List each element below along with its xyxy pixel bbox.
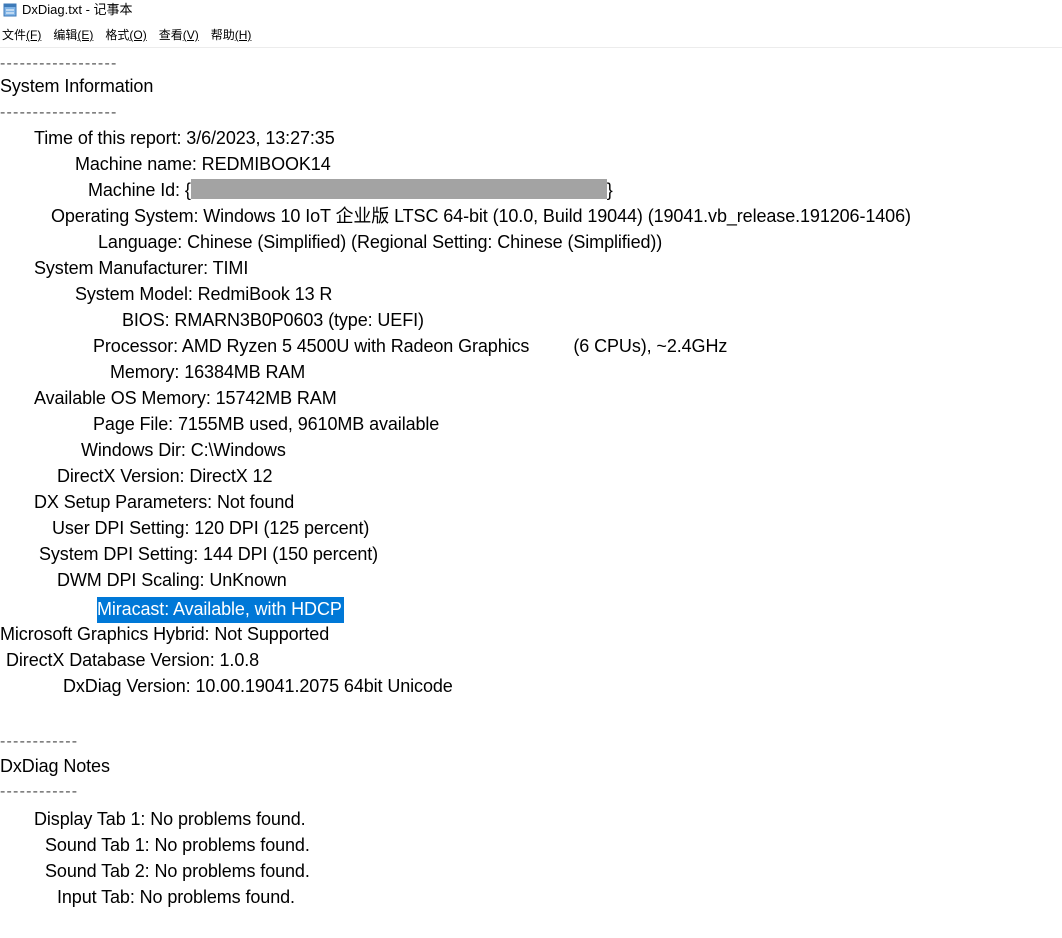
line-operating-system: Operating System: Windows 10 IoT 企业版 LTS…: [51, 206, 911, 226]
line-memory: Memory: 16384MB RAM: [110, 362, 306, 382]
line-graphics-hybrid: Microsoft Graphics Hybrid: Not Supported: [0, 624, 330, 644]
menu-bar: 文件(F) 编辑(E) 格式(O) 查看(V) 帮助(H): [0, 25, 1062, 45]
menu-edit[interactable]: 编辑(E): [50, 25, 96, 45]
line-sound-tab-2: Sound Tab 2: No problems found.: [45, 861, 310, 881]
line-machine-name: Machine name: REDMIBOOK14: [75, 154, 331, 174]
line-time: Time of this report: 3/6/2023, 13:27:35: [34, 128, 335, 148]
menu-view[interactable]: 查看(V): [156, 25, 202, 45]
system-info-dash-bottom: ------------------: [0, 104, 118, 121]
line-system-model: System Model: RedmiBook 13 R: [75, 284, 333, 304]
line-windows-dir: Windows Dir: C:\Windows: [81, 440, 286, 460]
title-bar: DxDiag.txt - 记事本: [0, 0, 1062, 22]
line-dx-setup: DX Setup Parameters: Not found: [34, 492, 295, 512]
machine-id-label: Machine Id: {: [88, 180, 191, 200]
line-display-tab: Display Tab 1: No problems found.: [34, 809, 306, 829]
machine-id-redaction: [190, 179, 607, 199]
line-dxdiag-version: DxDiag Version: 10.00.19041.2075 64bit U…: [63, 676, 453, 696]
menu-format[interactable]: 格式(O): [102, 25, 149, 45]
line-database-version: DirectX Database Version: 1.0.8: [6, 650, 260, 670]
line-miracast-selected[interactable]: Miracast: Available, with HDCP: [97, 597, 344, 623]
line-input-tab: Input Tab: No problems found.: [57, 887, 295, 907]
notes-heading: DxDiag Notes: [0, 756, 110, 776]
system-info-dash-top: ------------------: [0, 55, 118, 72]
notes-dash-top: ------------: [0, 733, 79, 750]
notepad-icon: [3, 3, 17, 17]
text-editor-area[interactable]: ------------------ System Information --…: [0, 48, 1062, 938]
line-user-dpi: User DPI Setting: 120 DPI (125 percent): [52, 518, 370, 538]
line-machine-id: Machine Id: {}: [88, 179, 613, 205]
line-processor: Processor: AMD Ryzen 5 4500U with Radeon…: [93, 336, 728, 356]
line-directx-version: DirectX Version: DirectX 12: [57, 466, 273, 486]
line-system-dpi: System DPI Setting: 144 DPI (150 percent…: [39, 544, 379, 564]
notes-dash-bottom: ------------: [0, 783, 79, 800]
line-available-memory: Available OS Memory: 15742MB RAM: [34, 388, 337, 408]
line-page-file: Page File: 7155MB used, 9610MB available: [93, 414, 440, 434]
line-bios: BIOS: RMARN3B0P0603 (type: UEFI): [122, 310, 424, 330]
machine-id-close-brace: }: [606, 180, 613, 200]
line-dwm-dpi: DWM DPI Scaling: UnKnown: [57, 570, 287, 590]
menu-help[interactable]: 帮助(H): [208, 25, 255, 45]
system-info-heading: System Information: [0, 76, 154, 96]
menu-file[interactable]: 文件(F): [0, 25, 44, 45]
window-title: DxDiag.txt - 记事本: [22, 2, 133, 17]
line-manufacturer: System Manufacturer: TIMI: [34, 258, 249, 278]
line-language: Language: Chinese (Simplified) (Regional…: [98, 232, 663, 252]
line-sound-tab-1: Sound Tab 1: No problems found.: [45, 835, 310, 855]
